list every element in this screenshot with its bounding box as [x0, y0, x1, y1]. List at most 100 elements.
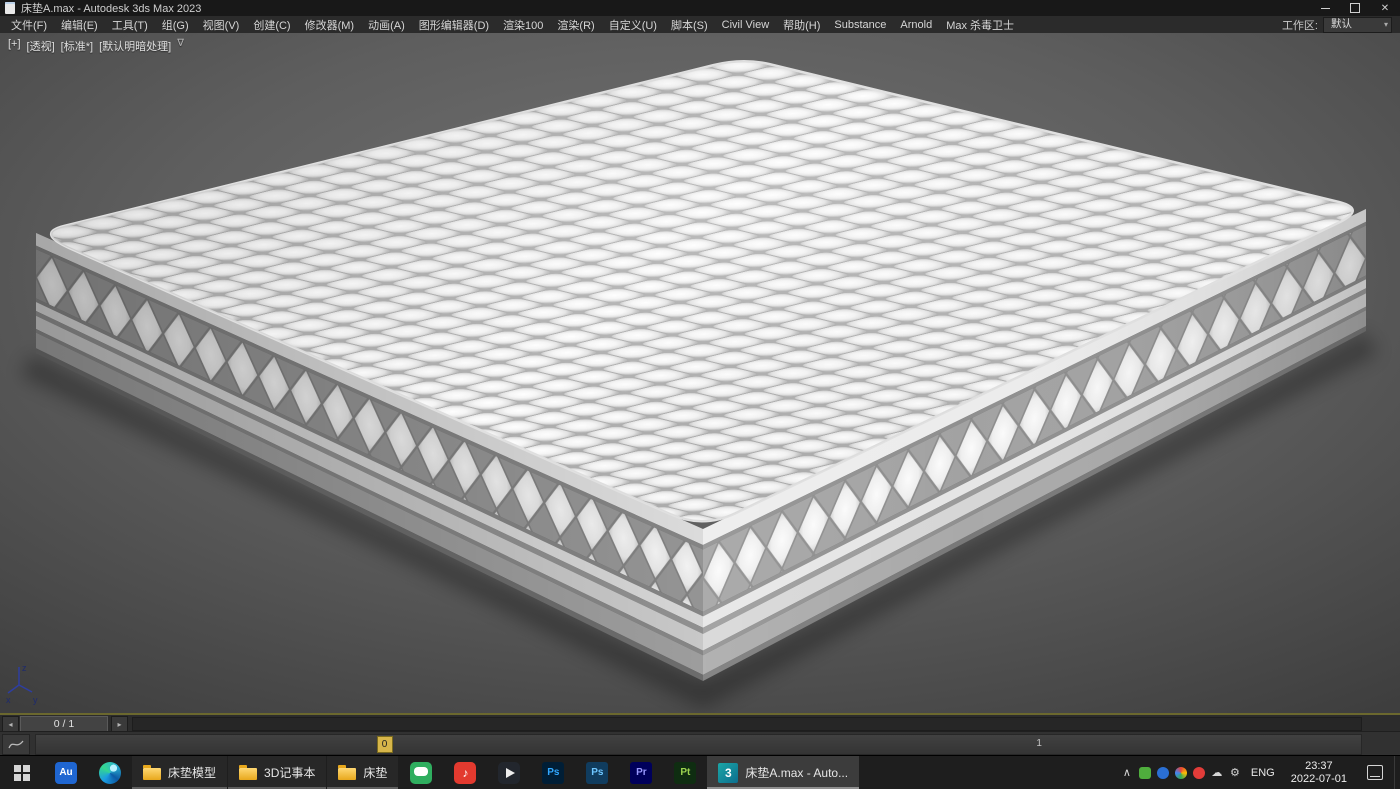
frame-display: 0 / 1: [54, 718, 74, 730]
taskbar-app-3dsmax-active[interactable]: 3 床垫A.max - Auto...: [707, 756, 859, 789]
menu-views[interactable]: 视图(V): [196, 16, 247, 33]
menu-modifiers[interactable]: 修改器(M): [298, 16, 362, 33]
menu-bar: 文件(F) 编辑(E) 工具(T) 组(G) 视图(V) 创建(C) 修改器(M…: [0, 16, 1400, 34]
menu-animation[interactable]: 动画(A): [361, 16, 412, 33]
viewport-menu-standard[interactable]: [标准*]: [61, 38, 93, 54]
taskbar-folder-mattress-model[interactable]: 床垫模型: [132, 756, 227, 789]
menu-file[interactable]: 文件(F): [4, 16, 54, 33]
time-slider-track[interactable]: [132, 717, 1362, 731]
menu-customize[interactable]: 自定义(U): [602, 16, 664, 33]
title-bar: 床垫A.max - Autodesk 3ds Max 2023 ✕: [0, 0, 1400, 16]
3dsmax-icon: 3: [718, 763, 738, 783]
clock-date: 2022-07-01: [1291, 773, 1347, 786]
track-bar-row: 0 1: [0, 731, 1400, 756]
viewport-canvas[interactable]: z x y: [0, 33, 1400, 713]
start-button[interactable]: [0, 756, 44, 789]
photoshop-icon: Ps: [542, 762, 564, 784]
workspace-dropdown[interactable]: 默认 ▾: [1323, 17, 1392, 33]
window-buttons: ✕: [1310, 0, 1400, 16]
menu-create[interactable]: 创建(C): [246, 16, 297, 33]
green-chat-app-icon: [410, 762, 432, 784]
viewport-menu-view[interactable]: [透视]: [27, 38, 55, 54]
axis-x-label: x: [6, 695, 11, 705]
menu-arnold[interactable]: Arnold: [893, 16, 939, 33]
menu-scripting[interactable]: 脚本(S): [664, 16, 715, 33]
viewport[interactable]: [+] [透视] [标准*] [默认明暗处理] ∇: [0, 33, 1400, 713]
folder-label: 床垫模型: [168, 764, 216, 781]
menu-tools[interactable]: 工具(T): [105, 16, 155, 33]
next-frame-button[interactable]: ▸: [111, 716, 128, 733]
viewport-filter-icon[interactable]: ∇: [177, 38, 184, 54]
taskbar-app-premiere[interactable]: Pr: [619, 756, 663, 789]
desktop-screen: 床垫A.max - Autodesk 3ds Max 2023 ✕ 文件(F) …: [0, 0, 1400, 788]
close-button[interactable]: ✕: [1370, 0, 1400, 16]
axis-y-label: y: [33, 695, 38, 705]
tray-red-app-icon[interactable]: [1193, 767, 1205, 779]
taskbar-folder-3d-notebook[interactable]: 3D记事本: [228, 756, 326, 789]
end-frame-label: 1: [1036, 738, 1042, 749]
action-center-button[interactable]: [1356, 756, 1394, 789]
taskbar-app-photoshop[interactable]: Ps: [531, 756, 575, 789]
music-note-icon: ♪: [462, 766, 468, 780]
windows-taskbar: Au 床垫模型 3D记事本 床垫 ♪ Ps Ps: [0, 755, 1400, 789]
menu-substance[interactable]: Substance: [827, 16, 893, 33]
show-desktop-button[interactable]: [1394, 756, 1400, 789]
photoshop-2-icon: Ps: [586, 762, 608, 784]
app-document-icon: [5, 2, 15, 14]
viewport-menu-shading[interactable]: [默认明暗处理]: [99, 38, 171, 54]
menu-render100[interactable]: 渲染100: [496, 16, 550, 33]
time-slider-handle[interactable]: 0 / 1: [20, 716, 108, 733]
left-arrow-icon: ◂: [8, 720, 12, 729]
taskbar-app-painter[interactable]: Pt: [663, 756, 707, 789]
workspace-value: 默认: [1331, 18, 1352, 30]
active-app-label: 床垫A.max - Auto...: [745, 764, 848, 781]
maximize-button[interactable]: [1340, 0, 1370, 16]
clock-time: 23:37: [1305, 760, 1333, 773]
taskbar-app-photoshop-2[interactable]: Ps: [575, 756, 619, 789]
taskbar-app-green[interactable]: [399, 756, 443, 789]
settings-gear-icon[interactable]: ⚙: [1226, 766, 1244, 779]
current-frame-label: 0: [382, 739, 388, 750]
workspace-control: 工作区: 默认 ▾: [1282, 17, 1400, 33]
menu-help[interactable]: 帮助(H): [776, 16, 827, 33]
curve-icon: [8, 738, 24, 750]
tray-browser-icon[interactable]: [1175, 767, 1187, 779]
chevron-down-icon: ▾: [1384, 18, 1388, 31]
workspace-label: 工作区:: [1282, 17, 1318, 33]
window-title: 床垫A.max - Autodesk 3ds Max 2023: [21, 0, 201, 16]
track-bar-ruler[interactable]: 0 1: [35, 734, 1362, 755]
windows-start-icon: [14, 765, 30, 781]
taskbar-app-red[interactable]: ♪: [443, 756, 487, 789]
time-slider-row: ◂ 0 / 1 ▸: [0, 713, 1400, 733]
viewport-label-bar: [+] [透视] [标准*] [默认明暗处理] ∇: [8, 38, 184, 54]
menu-civil-view[interactable]: Civil View: [715, 16, 776, 33]
maximize-icon: [1350, 3, 1360, 13]
system-tray: ∧ ☁ ⚙ ENG 23:37 2022-07-01: [1118, 756, 1400, 789]
menu-graph-editors[interactable]: 图形编辑器(D): [412, 16, 496, 33]
taskbar-app-au[interactable]: Au: [44, 756, 88, 789]
taskbar-app-edge[interactable]: [88, 756, 132, 789]
tray-green-app-icon[interactable]: [1139, 767, 1151, 779]
cloud-sync-icon[interactable]: ☁: [1208, 766, 1226, 779]
menu-edit[interactable]: 编辑(E): [54, 16, 105, 33]
action-center-icon: [1367, 765, 1383, 780]
red-music-app-icon: ♪: [454, 762, 476, 784]
minimize-button[interactable]: [1310, 0, 1340, 16]
viewport-menu-plus[interactable]: [+]: [8, 38, 21, 54]
au-app-icon: Au: [55, 762, 77, 784]
mini-curve-editor-button[interactable]: [2, 734, 30, 755]
axis-z-label: z: [22, 663, 27, 673]
edge-browser-icon: [99, 762, 121, 784]
taskbar-app-media[interactable]: [487, 756, 531, 789]
premiere-icon: Pr: [630, 762, 652, 784]
previous-frame-button[interactable]: ◂: [2, 716, 19, 733]
menu-rendering[interactable]: 渲染(R): [550, 16, 601, 33]
menu-group[interactable]: 组(G): [155, 16, 196, 33]
language-indicator[interactable]: ENG: [1244, 767, 1282, 779]
hidden-icons-chevron[interactable]: ∧: [1118, 766, 1136, 779]
taskbar-clock[interactable]: 23:37 2022-07-01: [1282, 760, 1356, 786]
current-frame-marker[interactable]: 0: [377, 736, 393, 753]
taskbar-folder-mattress[interactable]: 床垫: [327, 756, 398, 789]
menu-antivirus[interactable]: Max 杀毒卫士: [939, 16, 1021, 33]
tray-blue-app-icon[interactable]: [1157, 767, 1169, 779]
